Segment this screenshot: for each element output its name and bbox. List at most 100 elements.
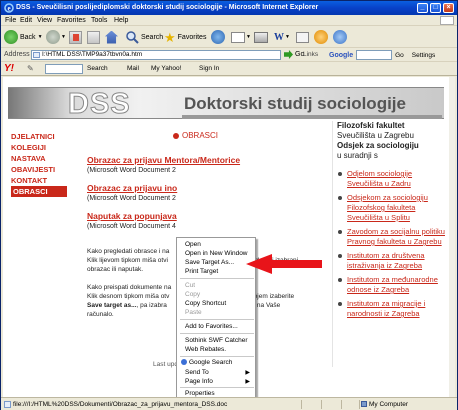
ctx-open[interactable]: Open	[185, 241, 201, 248]
bullet-icon	[338, 302, 342, 306]
search-button[interactable]: Search	[125, 29, 163, 45]
links-label[interactable]: Links	[303, 51, 318, 58]
page-viewport[interactable]: DSS Doktorski studij sociologije DJELATN…	[3, 77, 455, 398]
menu-separator	[180, 333, 254, 334]
ctx-google-search[interactable]: Google Search	[181, 359, 232, 366]
bullet-icon	[338, 254, 342, 258]
menu-separator	[180, 356, 254, 357]
partner-link[interactable]: Odjelom sociologije Sveučilišta u Zadru	[333, 169, 448, 189]
mail-label[interactable]: Mail	[127, 65, 139, 72]
ie-window: e DSS - Sveučilisni poslijediplomski dok…	[0, 0, 458, 410]
minimize-button[interactable]: _	[417, 3, 428, 13]
address-value: I:\HTML DSS\TMP9a37tbvn0a.htm	[42, 51, 143, 58]
download-link-naputak[interactable]: Naputak za popunjava	[87, 211, 177, 221]
go-arrow-icon	[284, 50, 293, 59]
nav-kontakt[interactable]: KONTAKT	[11, 175, 67, 186]
ctx-web-rebates[interactable]: Web Rebates.	[185, 346, 226, 353]
windows-logo-icon	[440, 16, 454, 25]
ctx-save-target-as[interactable]: Save Target As...	[185, 259, 234, 266]
partner-link[interactable]: Institutom za migracije i narodnosti iz …	[333, 299, 448, 319]
ctx-sothink-swf-catcher[interactable]: Sothink SWF Catcher	[185, 337, 248, 344]
stop-icon	[69, 30, 82, 44]
discuss-icon	[296, 31, 309, 43]
context-menu: Open Open in New Window Save Target As..…	[176, 237, 256, 398]
download-meta: (Microsoft Word Document 4	[87, 223, 176, 230]
site-banner: DSS Doktorski studij sociologije	[8, 87, 444, 121]
menu-edit[interactable]: Edit	[20, 17, 32, 24]
messenger-button[interactable]	[314, 29, 328, 45]
nav-nastava[interactable]: NASTAVA	[11, 153, 67, 164]
discuss-button[interactable]	[296, 29, 309, 45]
status-divider	[359, 400, 360, 409]
home-button[interactable]	[105, 29, 118, 45]
yahoo-search-input[interactable]	[45, 64, 83, 74]
address-label: Address	[4, 51, 30, 58]
site-logo: DSS	[68, 88, 131, 121]
partner-link[interactable]: Institutom za međunarodne odnose iz Zagr…	[333, 275, 448, 295]
partner-link[interactable]: Odsjekom za sociologiju Filozofskog faku…	[333, 193, 448, 223]
address-input[interactable]: I:\HTML DSS\TMP9a37tbvn0a.htm	[31, 50, 281, 60]
ctx-send-to[interactable]: Send To	[185, 369, 209, 376]
menu-file[interactable]: File	[5, 17, 16, 24]
partner-link[interactable]: Zavodom za socijalnu politiku Pravnog fa…	[333, 227, 448, 247]
menu-tools[interactable]: Tools	[91, 17, 107, 24]
google-logo: Google	[329, 51, 354, 59]
ctx-page-info[interactable]: Page Info	[185, 378, 213, 385]
status-divider	[321, 400, 322, 409]
partner-link[interactable]: Institutom za društvena istraživanja iz …	[333, 251, 448, 271]
nav-kolegiji[interactable]: KOLEGIJI	[11, 142, 67, 153]
stop-button[interactable]	[69, 29, 82, 45]
history-button[interactable]	[211, 29, 225, 45]
my-yahoo-button[interactable]: My Yahoo!	[151, 65, 181, 72]
window-title: DSS - Sveučilisni poslijediplomski dokto…	[16, 4, 319, 11]
download-link-ino[interactable]: Obrazac za prijavu ino	[87, 183, 177, 193]
ctx-add-to-favorites[interactable]: Add to Favorites...	[185, 323, 238, 330]
submenu-arrow-icon: ▶	[245, 379, 250, 385]
address-bar: Address I:\HTML DSS\TMP9a37tbvn0a.htm Go…	[1, 48, 457, 62]
forward-button[interactable]: ▼	[46, 29, 66, 45]
yahoo-search-button[interactable]: Search	[87, 65, 108, 72]
google-go-button[interactable]: Go	[395, 52, 404, 59]
mail-button[interactable]: ▼	[231, 29, 251, 45]
menu-separator	[180, 387, 254, 388]
ctx-properties[interactable]: Properties	[185, 390, 215, 397]
nav-djelatnici[interactable]: DJELATNICI	[11, 131, 67, 142]
research-button[interactable]	[333, 29, 347, 45]
yahoo-toolbar: Y! ✎ Search Mail My Yahoo! Sign In	[1, 62, 457, 76]
vertical-scrollbar[interactable]	[449, 77, 455, 398]
pencil-icon[interactable]: ✎	[27, 64, 34, 73]
menu-help[interactable]: Help	[114, 17, 128, 24]
settings-button[interactable]: Settings	[412, 52, 436, 59]
google-search-input[interactable]	[356, 50, 393, 60]
submenu-arrow-icon: ▶	[245, 370, 250, 376]
mail-icon	[231, 31, 245, 43]
print-button[interactable]	[254, 29, 268, 45]
status-divider	[301, 400, 302, 409]
favorites-button[interactable]: ★ Favorites	[164, 29, 206, 45]
back-button[interactable]: Back ▼	[4, 29, 43, 45]
page-icon	[4, 401, 11, 408]
refresh-icon	[87, 30, 100, 44]
go-button[interactable]: Go	[284, 50, 304, 59]
ctx-open-new-window[interactable]: Open in New Window	[185, 250, 248, 257]
ctx-copy-shortcut[interactable]: Copy Shortcut	[185, 300, 226, 307]
nav-obavijesti[interactable]: OBAVIJESTI	[11, 164, 67, 175]
menu-favorites[interactable]: Favorites	[57, 17, 86, 24]
para-line: Klik desnom tipkom miša otv	[87, 293, 170, 300]
bullet-icon	[338, 196, 342, 200]
download-link-mentor[interactable]: Obrazac za prijavu Mentora/Mentorice	[87, 155, 240, 165]
nav-obrasci[interactable]: OBRASCI	[11, 186, 67, 197]
maximize-button[interactable]: □	[430, 3, 441, 13]
ctx-print-target[interactable]: Print Target	[185, 268, 218, 275]
refresh-button[interactable]	[87, 29, 100, 45]
ie-icon: e	[4, 3, 14, 13]
yahoo-logo[interactable]: Y!	[4, 63, 14, 74]
status-url: file:///I:/HTML%20DSS/Dokumenti/Obrazac_…	[13, 401, 228, 408]
menu-view[interactable]: View	[37, 17, 52, 24]
close-button[interactable]: ×	[443, 3, 454, 13]
sign-in-button[interactable]: Sign In	[199, 65, 219, 72]
word-icon: W	[274, 31, 284, 43]
messenger-icon	[314, 30, 328, 44]
back-arrow-icon	[4, 30, 18, 44]
edit-button[interactable]: W ▼	[274, 29, 290, 45]
